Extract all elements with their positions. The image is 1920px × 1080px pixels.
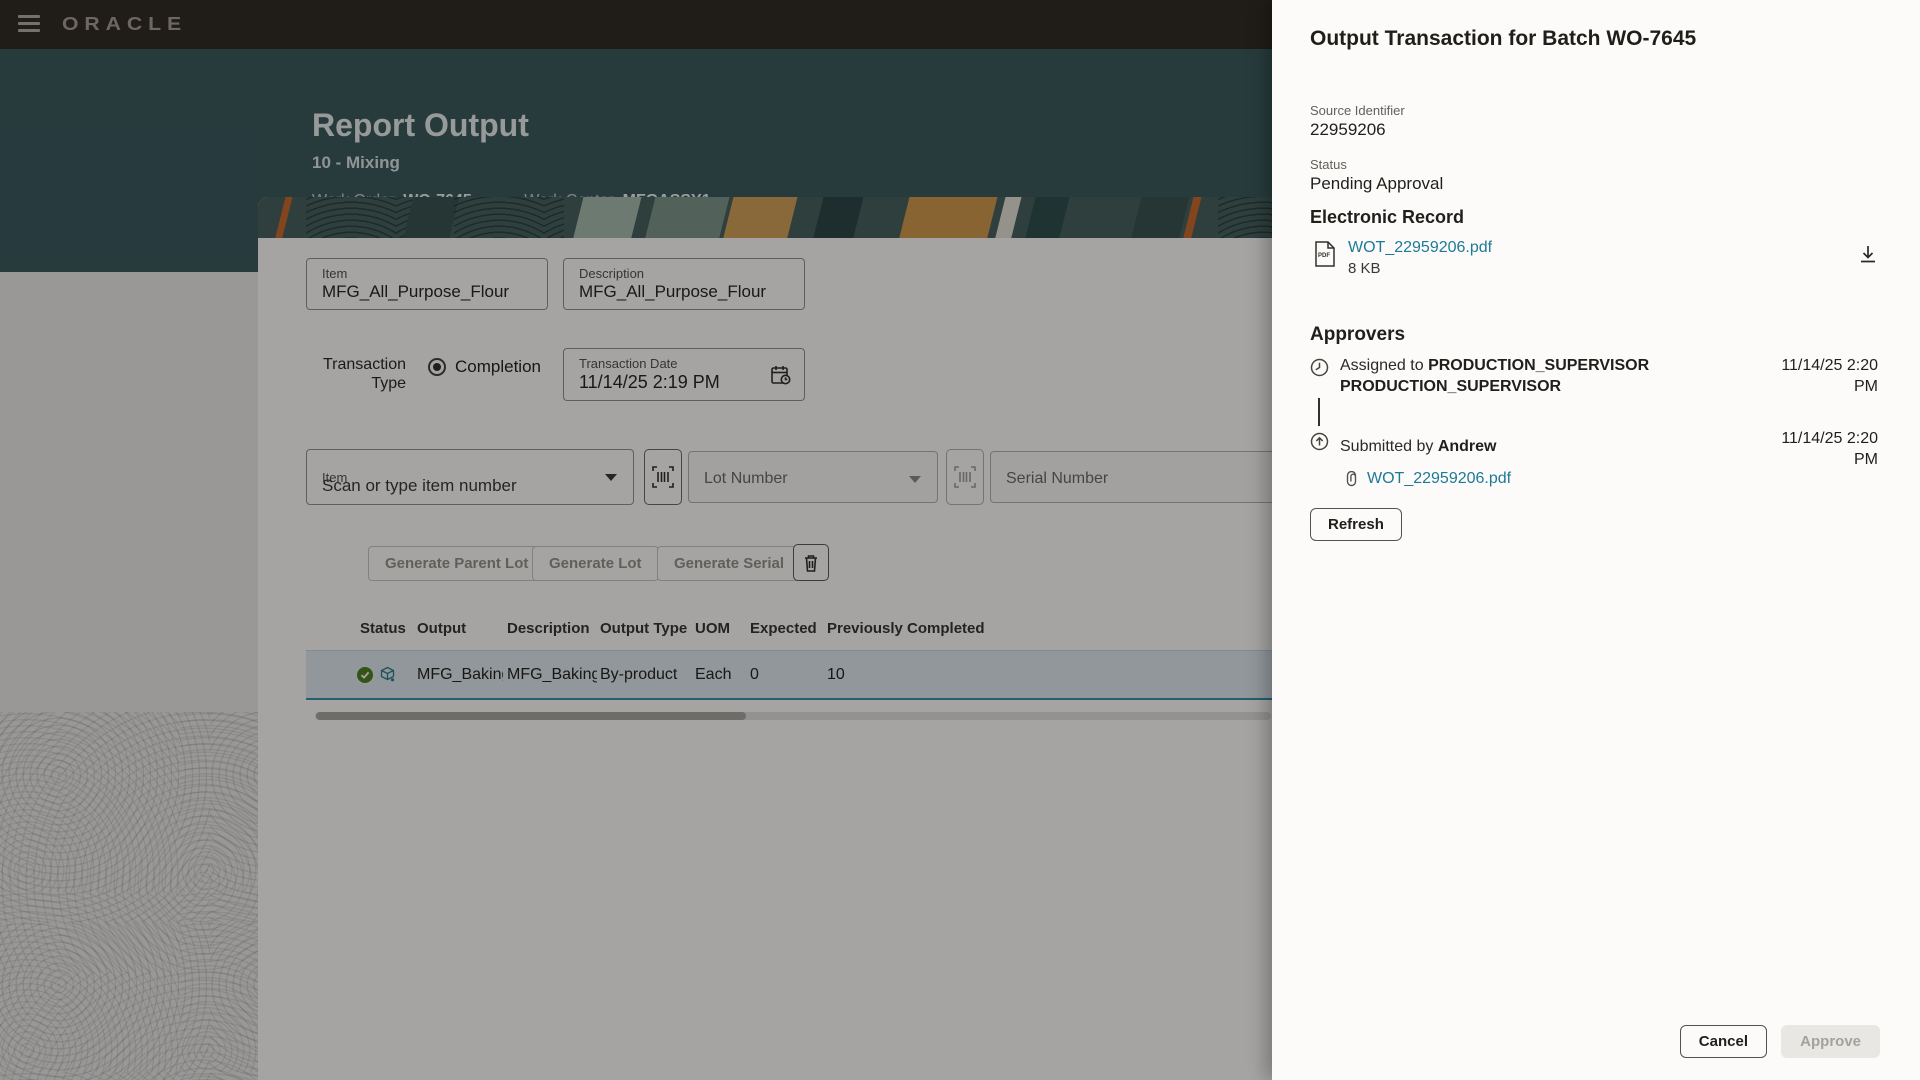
- overlay-scrim[interactable]: [0, 0, 1272, 1080]
- electronic-record-heading: Electronic Record: [1310, 207, 1464, 228]
- file-size: 8 KB: [1348, 260, 1381, 277]
- submitted-prefix: Submitted by: [1340, 438, 1438, 455]
- status-value: Pending Approval: [1310, 174, 1443, 194]
- paperclip-icon: [1343, 471, 1360, 488]
- approvers-heading: Approvers: [1310, 324, 1405, 346]
- assigned-to-text: Assigned to PRODUCTION_SUPERVISOR PRODUC…: [1340, 355, 1680, 397]
- download-icon[interactable]: [1858, 244, 1878, 264]
- submitted-by-text: Submitted by Andrew: [1340, 436, 1680, 457]
- electronic-record-file-link[interactable]: WOT_22959206.pdf: [1348, 239, 1492, 257]
- pdf-file-icon: PDF: [1314, 240, 1336, 268]
- output-transaction-drawer: Output Transaction for Batch WO-7645 Sou…: [1272, 0, 1920, 1080]
- drawer-title: Output Transaction for Batch WO-7645: [1310, 27, 1696, 51]
- source-identifier-value: 22959206: [1310, 120, 1386, 140]
- pdf-badge: PDF: [1318, 253, 1330, 259]
- refresh-button[interactable]: Refresh: [1310, 508, 1402, 541]
- source-identifier-label: Source Identifier: [1310, 103, 1405, 118]
- submitted-icon: [1310, 432, 1329, 451]
- approval-attachment-link[interactable]: WOT_22959206.pdf: [1367, 470, 1511, 488]
- assigned-prefix: Assigned to: [1340, 357, 1428, 374]
- approve-button[interactable]: Approve: [1781, 1025, 1880, 1058]
- assigned-timestamp: 11/14/25 2:20 PM: [1758, 355, 1878, 397]
- application-window: ORACLE Report Output 10 - Mixing Work Or…: [0, 0, 1920, 1080]
- submitted-name: Andrew: [1438, 438, 1497, 455]
- clock-icon: [1310, 358, 1329, 377]
- cancel-button[interactable]: Cancel: [1680, 1025, 1767, 1058]
- status-label: Status: [1310, 157, 1347, 172]
- timeline-connector: [1318, 398, 1320, 426]
- submitted-timestamp: 11/14/25 2:20 PM: [1758, 428, 1878, 470]
